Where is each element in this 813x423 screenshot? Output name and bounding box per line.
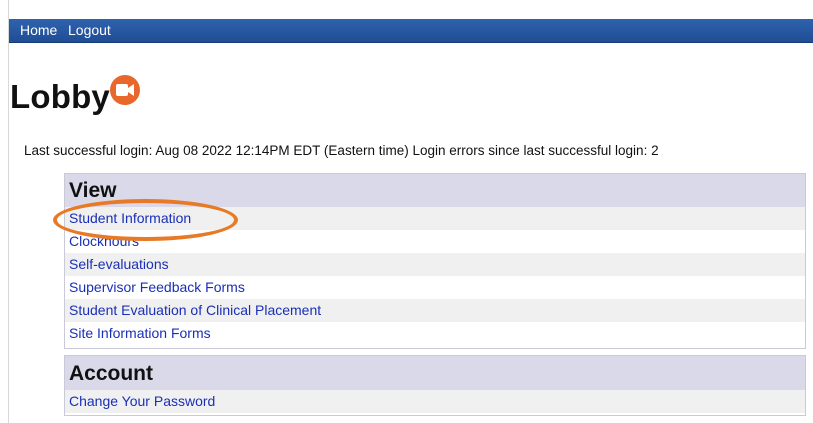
page-title: Lobby	[10, 78, 110, 115]
clockhours-label: Clockhours	[69, 233, 140, 248]
view-item-clockhours[interactable]: Clockhours	[65, 230, 805, 253]
view-item-site-information-forms[interactable]: Site Information Forms	[65, 322, 805, 345]
account-item-change-password[interactable]: Change Your Password	[65, 390, 805, 413]
view-item-supervisor-feedback-forms[interactable]: Supervisor Feedback Forms	[65, 276, 805, 299]
view-item-student-information[interactable]: Student Information	[65, 207, 805, 230]
account-section-header: Account	[65, 356, 805, 390]
view-panel: View Student Information Clockhours Self…	[64, 173, 806, 349]
view-item-self-evaluations[interactable]: Self-evaluations	[65, 253, 805, 276]
video-camera-icon[interactable]	[108, 73, 142, 107]
page-left-border	[0, 0, 9, 423]
view-section-header: View	[65, 174, 805, 207]
nav-logout-link[interactable]: Logout	[68, 22, 111, 38]
nav-home-link[interactable]: Home	[20, 22, 57, 38]
view-item-student-evaluation-clinical-placement[interactable]: Student Evaluation of Clinical Placement	[65, 299, 805, 322]
last-login-info: Last successful login: Aug 08 2022 12:14…	[24, 143, 659, 158]
account-panel: Account Change Your Password	[64, 355, 806, 416]
top-navbar: Home Logout	[9, 19, 813, 43]
